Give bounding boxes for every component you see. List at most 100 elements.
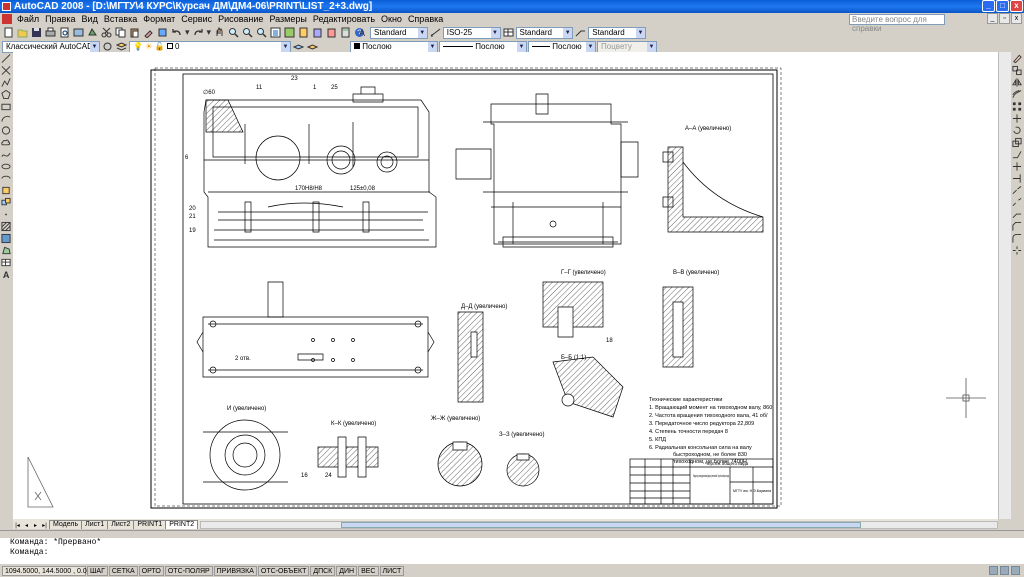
tab-print2[interactable]: PRINT2 xyxy=(165,520,199,529)
construction-line-icon[interactable] xyxy=(0,64,12,76)
region-icon[interactable] xyxy=(0,244,12,256)
tray-lock-icon[interactable] xyxy=(989,566,998,575)
open-icon[interactable] xyxy=(16,26,29,39)
copy-icon[interactable] xyxy=(114,26,127,39)
coordinates-readout[interactable]: 1094.5000, 144.5000 , 0.0000 xyxy=(2,565,98,576)
maximize-button[interactable]: □ xyxy=(996,0,1009,12)
menu-window[interactable]: Окно xyxy=(378,14,405,24)
tab-first-icon[interactable]: |◂ xyxy=(13,522,22,529)
match-properties-icon[interactable] xyxy=(142,26,155,39)
menu-insert[interactable]: Вставка xyxy=(101,14,140,24)
quickcalc-icon[interactable] xyxy=(339,26,352,39)
menu-format[interactable]: Формат xyxy=(140,14,178,24)
vertical-scrollbar[interactable] xyxy=(998,52,1011,519)
text-style-select[interactable]: Standard ▼ xyxy=(370,26,428,39)
drawing-canvas[interactable]: ∅60 11 23 1 25 6 20 21 19 170Н8/Н8 125±0… xyxy=(13,52,998,519)
chamfer-icon[interactable] xyxy=(1011,220,1023,232)
multiline-text-icon[interactable]: A xyxy=(0,268,12,280)
menu-modify[interactable]: Редактировать xyxy=(310,14,378,24)
menu-dimension[interactable]: Размеры xyxy=(266,14,309,24)
rotate-icon[interactable] xyxy=(1011,124,1023,136)
sheet-set-icon[interactable] xyxy=(311,26,324,39)
ellipse-arc-icon[interactable] xyxy=(0,172,12,184)
hatch-icon[interactable] xyxy=(0,220,12,232)
offset-icon[interactable] xyxy=(1011,88,1023,100)
dim-style-select[interactable]: ISO-25 ▼ xyxy=(442,26,501,39)
markup-icon[interactable] xyxy=(325,26,338,39)
status-grid-button[interactable]: СЕТКА xyxy=(108,565,138,576)
menu-view[interactable]: Вид xyxy=(79,14,101,24)
trim-icon[interactable] xyxy=(1011,160,1023,172)
cut-icon[interactable] xyxy=(100,26,113,39)
redo-dropdown-icon[interactable]: ▾ xyxy=(206,26,213,39)
mleader-style-select[interactable]: Standard ▼ xyxy=(588,26,646,39)
table-style-select[interactable]: Standard ▼ xyxy=(515,26,574,39)
publish-icon[interactable] xyxy=(72,26,85,39)
close-button[interactable]: x xyxy=(1010,0,1023,12)
block-editor-icon[interactable] xyxy=(156,26,169,39)
text-style-icon[interactable]: A xyxy=(356,26,369,39)
arc-icon[interactable] xyxy=(0,112,12,124)
insert-block-icon[interactable] xyxy=(0,184,12,196)
doc-minimize-button[interactable]: _ xyxy=(987,13,998,24)
menu-tools[interactable]: Сервис xyxy=(178,14,215,24)
tab-prev-icon[interactable]: ◂ xyxy=(22,522,31,529)
hscroll-thumb[interactable] xyxy=(341,522,861,528)
tool-palettes-icon[interactable] xyxy=(297,26,310,39)
menu-draw[interactable]: Рисование xyxy=(215,14,266,24)
rectangle-icon[interactable] xyxy=(0,100,12,112)
tab-next-icon[interactable]: ▸ xyxy=(31,522,40,529)
redo-icon[interactable] xyxy=(192,26,205,39)
menu-edit[interactable]: Правка xyxy=(42,14,78,24)
tab-print1[interactable]: PRINT1 xyxy=(133,520,167,529)
status-otrack-button[interactable]: ОТС-ОБЪЕКТ xyxy=(257,565,310,576)
mleader-style-icon[interactable] xyxy=(574,26,587,39)
doc-restore-button[interactable]: ▫ xyxy=(999,13,1010,24)
command-prompt[interactable]: Команда: xyxy=(0,548,1024,558)
break-icon[interactable] xyxy=(1011,196,1023,208)
join-icon[interactable] xyxy=(1011,208,1023,220)
array-icon[interactable] xyxy=(1011,100,1023,112)
workspace-select[interactable]: Классический AutoCAD ▼ xyxy=(2,40,100,53)
status-ducs-button[interactable]: ДПСК xyxy=(310,565,336,576)
undo-icon[interactable] xyxy=(170,26,183,39)
status-dyn-button[interactable]: ДИН xyxy=(336,565,358,576)
extend-icon[interactable] xyxy=(1011,172,1023,184)
tab-list2[interactable]: Лист2 xyxy=(107,520,135,529)
point-icon[interactable] xyxy=(0,208,12,220)
move-icon[interactable] xyxy=(1011,112,1023,124)
make-block-icon[interactable] xyxy=(0,196,12,208)
stretch-icon[interactable] xyxy=(1011,148,1023,160)
dim-style-icon[interactable] xyxy=(429,26,442,39)
scale-icon[interactable] xyxy=(1011,136,1023,148)
doc-close-button[interactable]: x xyxy=(1011,13,1022,24)
tab-last-icon[interactable]: ▸| xyxy=(40,522,49,529)
plot-icon[interactable] xyxy=(44,26,57,39)
design-center-icon[interactable] xyxy=(283,26,296,39)
zoom-previous-icon[interactable] xyxy=(255,26,268,39)
new-icon[interactable] xyxy=(2,26,15,39)
menu-help[interactable]: Справка xyxy=(405,14,446,24)
document-icon[interactable] xyxy=(2,14,12,24)
status-osnap-button[interactable]: ПРИВЯЗКА xyxy=(213,565,257,576)
spline-icon[interactable] xyxy=(0,148,12,160)
color-select[interactable]: Послою ▼ xyxy=(350,40,438,53)
lineweight-select[interactable]: Послою ▼ xyxy=(528,40,596,53)
status-paper-button[interactable]: ЛИСТ xyxy=(379,565,405,576)
tab-list1[interactable]: Лист1 xyxy=(81,520,109,529)
minimize-button[interactable]: _ xyxy=(982,0,995,12)
zoom-realtime-icon[interactable] xyxy=(227,26,240,39)
tab-model[interactable]: Модель xyxy=(49,520,83,529)
table-style-icon[interactable] xyxy=(502,26,515,39)
menu-file[interactable]: Файл xyxy=(14,14,42,24)
paste-icon[interactable] xyxy=(128,26,141,39)
linetype-select[interactable]: Послою ▼ xyxy=(439,40,527,53)
fillet-icon[interactable] xyxy=(1011,232,1023,244)
table-icon[interactable] xyxy=(0,256,12,268)
break-at-point-icon[interactable] xyxy=(1011,184,1023,196)
status-lwt-button[interactable]: ВЕС xyxy=(358,565,379,576)
status-ortho-button[interactable]: ОРТО xyxy=(138,565,164,576)
help-search-input[interactable]: Введите вопрос для справки xyxy=(849,14,945,33)
zoom-window-icon[interactable] xyxy=(241,26,254,39)
layer-select[interactable]: 💡 ☀ 🔓 0 ▼ xyxy=(129,40,291,53)
